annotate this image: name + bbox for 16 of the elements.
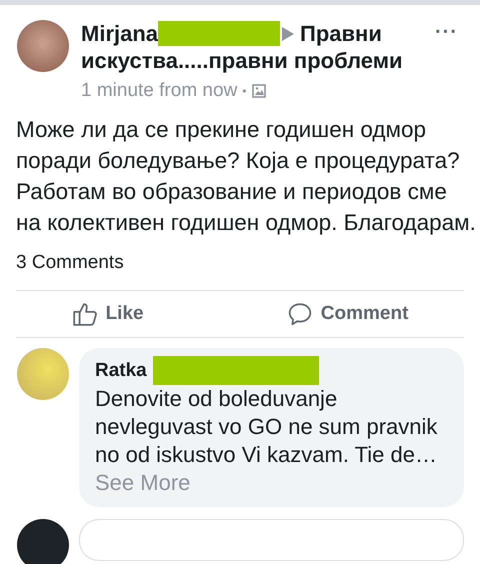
group-name[interactable]: искуства.....правни проблеми <box>81 48 403 73</box>
thumbs-up-icon <box>72 301 98 327</box>
like-button[interactable]: Like <box>64 297 152 331</box>
triangle-icon <box>282 27 294 41</box>
commenter-name[interactable]: Ratka <box>95 360 147 382</box>
comment-button[interactable]: Comment <box>278 297 416 331</box>
more-menu[interactable]: ··· <box>435 21 458 44</box>
speech-bubble-icon <box>286 301 313 327</box>
post-text: Може ли да се прекине годишен одмор поради боледување? Која е процедурата? Работам во образование и периодов сме на колективен годишен одмор. Благодарам. <box>16 116 477 237</box>
photo-icon <box>252 84 266 98</box>
avatar[interactable] <box>17 519 69 564</box>
group-name[interactable]: Правни <box>300 21 382 46</box>
author-name[interactable]: Mirjana <box>81 21 158 46</box>
comment-text: Denovite od boleduvanje nevleguvast vo GO ne sum pravnik no od iskustvo Vi kazvam. Tie de… See More <box>95 385 438 497</box>
separator: • <box>242 84 246 98</box>
comment-count[interactable]: 3 Comments <box>16 252 464 274</box>
